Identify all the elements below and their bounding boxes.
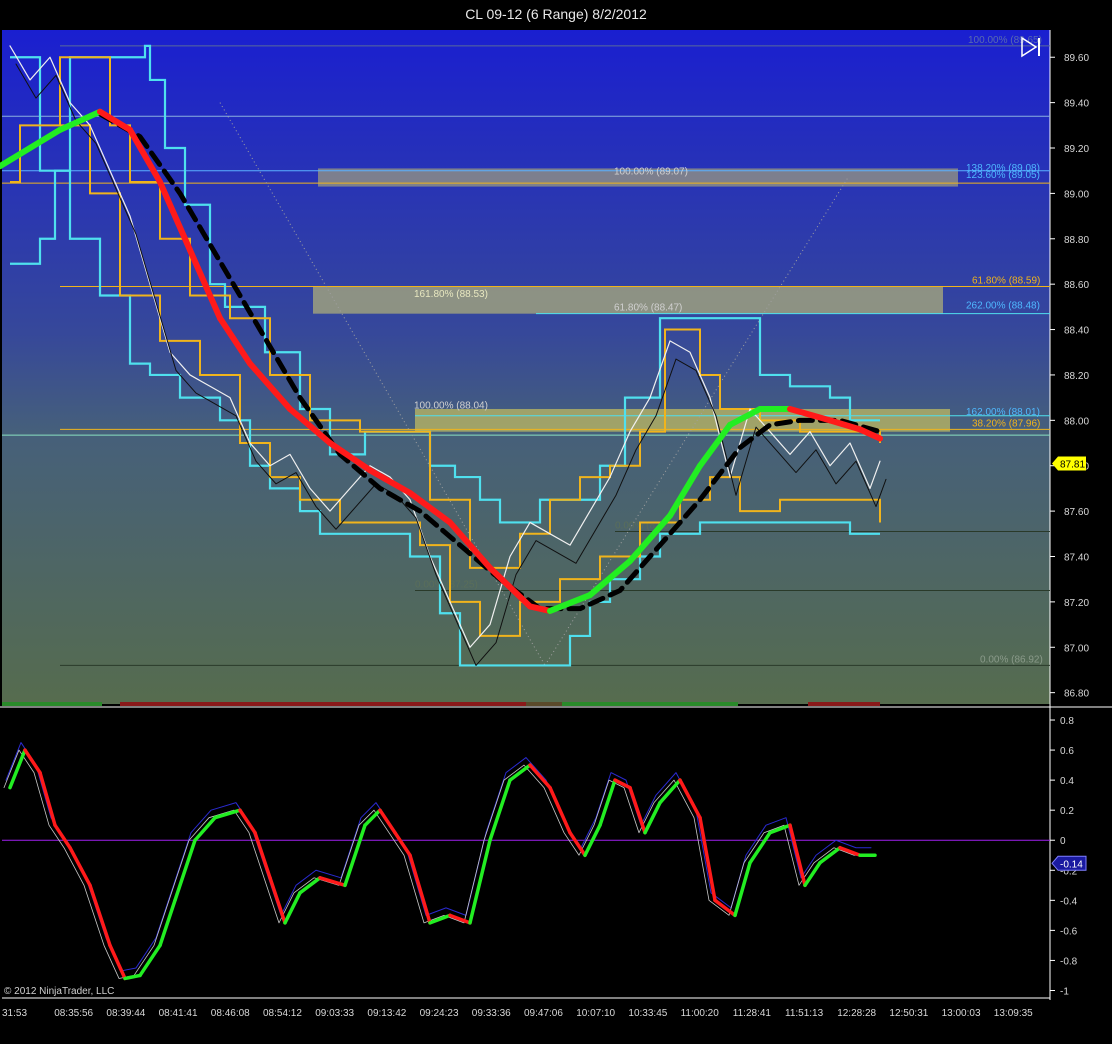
osc-line-segment	[88, 883, 112, 948]
price-tick-label: 88.80	[1064, 235, 1089, 246]
osc-signal-line	[3, 749, 870, 979]
price-tick-label: 87.60	[1064, 507, 1089, 518]
fib-label: 61.80% (88.59)	[972, 275, 1040, 286]
fib-label: 100.00% (89.07)	[614, 167, 688, 178]
osc-line-segment	[253, 830, 272, 880]
fib-label: 262.00% (88.48)	[966, 300, 1040, 311]
time-tick-label: 09:33:36	[472, 1008, 511, 1019]
price-tick-label: 89.00	[1064, 189, 1089, 200]
osc-line-segment	[678, 778, 702, 820]
osc-line-segment	[643, 800, 662, 835]
time-tick-label: 11:28:41	[733, 1008, 772, 1019]
osc-line-segment	[158, 898, 177, 948]
osc-line-segment	[548, 785, 572, 835]
osc-line-segment	[393, 830, 412, 858]
time-tick-label: 12:50:31	[889, 1008, 928, 1019]
current-price-label: 87.81	[1060, 459, 1085, 470]
osc-line-segment	[8, 748, 27, 790]
osc-line-segment	[748, 830, 772, 865]
osc-line-segment	[378, 808, 397, 835]
time-tick-label: 08:39:44	[106, 1008, 145, 1019]
time-tick-label: 09:03:33	[315, 1008, 354, 1019]
osc-line-segment	[123, 973, 142, 981]
time-tick-label: 11:00:20	[681, 1008, 720, 1019]
osc-tick-label: -1	[1060, 986, 1069, 997]
osc-line-segment	[788, 823, 807, 888]
price-tick-label: 88.20	[1064, 371, 1089, 382]
osc-line-segment	[38, 770, 57, 827]
fib-label: 123.60% (89.05)	[966, 170, 1040, 181]
osc-line-segment	[193, 815, 217, 842]
skip-to-end-icon[interactable]	[1018, 36, 1044, 58]
osc-line-segment	[363, 808, 382, 827]
osc-line-segment	[408, 853, 432, 925]
price-tick-label: 88.40	[1064, 326, 1089, 337]
time-tick-label: 12:28:28	[837, 1008, 876, 1019]
price-tick-label: 89.60	[1064, 53, 1089, 64]
osc-line-segment	[108, 943, 127, 981]
price-tick-label: 89.20	[1064, 144, 1089, 155]
price-tick-label: 88.60	[1064, 280, 1089, 291]
time-tick-label: 13:09:35	[994, 1008, 1033, 1019]
osc-tick-label: 0.8	[1060, 716, 1074, 727]
osc-raw-line	[5, 742, 872, 972]
osc-tick-label: -0.4	[1060, 896, 1078, 907]
time-tick-label: 08:41:41	[159, 1008, 198, 1019]
fib-label: 38.20% (87.96)	[972, 418, 1040, 429]
fib-label: 162.00% (88.01)	[966, 407, 1040, 418]
chart-canvas: 100.00% (89.65)100.00% (89.07) 138.20% (8…	[0, 30, 1112, 1019]
osc-line-segment	[733, 861, 752, 918]
osc-line-segment	[698, 815, 717, 903]
price-tick-label: 87.00	[1064, 643, 1089, 654]
osc-line-segment	[598, 778, 617, 827]
time-tick-label: 08:54:12	[263, 1008, 302, 1019]
osc-line-segment	[23, 748, 42, 775]
time-tick-label: 09:47:06	[524, 1008, 563, 1019]
time-tick-label: 31:53	[2, 1008, 27, 1019]
osc-line-segment	[283, 891, 302, 925]
price-tick-label: 89.40	[1064, 99, 1089, 110]
time-tick-label: 09:24:23	[420, 1008, 459, 1019]
osc-line-segment	[68, 845, 92, 888]
osc-tick-label: -0.6	[1060, 926, 1078, 937]
time-tick-label: 13:00:03	[942, 1008, 981, 1019]
price-tick-label: 88.00	[1064, 416, 1089, 427]
copyright-text: © 2012 NinjaTrader, LLC	[4, 986, 115, 997]
price-tick-label: 86.80	[1064, 689, 1089, 700]
osc-tick-label: 0.6	[1060, 746, 1074, 757]
fib-label: 0.00% (87.25)	[415, 580, 478, 591]
osc-line-segment	[53, 823, 72, 850]
time-tick-label: 09:13:42	[367, 1008, 406, 1019]
current-osc-label: -0.14	[1060, 859, 1083, 870]
osc-tick-label: 0.4	[1060, 776, 1074, 787]
osc-line-segment	[658, 778, 682, 805]
osc-line-segment	[138, 943, 162, 978]
time-tick-label: 10:33:45	[628, 1008, 667, 1019]
osc-line-segment	[468, 838, 492, 925]
osc-line-segment	[238, 808, 257, 835]
fib-label: 161.80% (88.53)	[414, 289, 488, 300]
osc-line-segment	[803, 861, 822, 888]
osc-tick-label: 0	[1060, 836, 1066, 847]
fib-label: 0.00% (86.92)	[980, 654, 1043, 665]
osc-line-segment	[268, 876, 287, 925]
price-tick-label: 87.20	[1064, 598, 1089, 609]
time-tick-label: 08:35:56	[54, 1008, 93, 1019]
time-tick-label: 10:07:10	[576, 1008, 615, 1019]
osc-tick-label: -0.8	[1060, 956, 1078, 967]
fib-label: 61.80% (88.47)	[614, 303, 682, 314]
time-tick-label: 11:51:13	[785, 1008, 824, 1019]
osc-line-segment	[528, 763, 552, 790]
price-tick-label: 87.40	[1064, 552, 1089, 563]
time-tick-label: 08:46:08	[211, 1008, 250, 1019]
osc-tick-label: 0.2	[1060, 806, 1074, 817]
osc-line-segment	[628, 785, 647, 835]
fib-label: 100.00% (88.04)	[414, 400, 488, 411]
